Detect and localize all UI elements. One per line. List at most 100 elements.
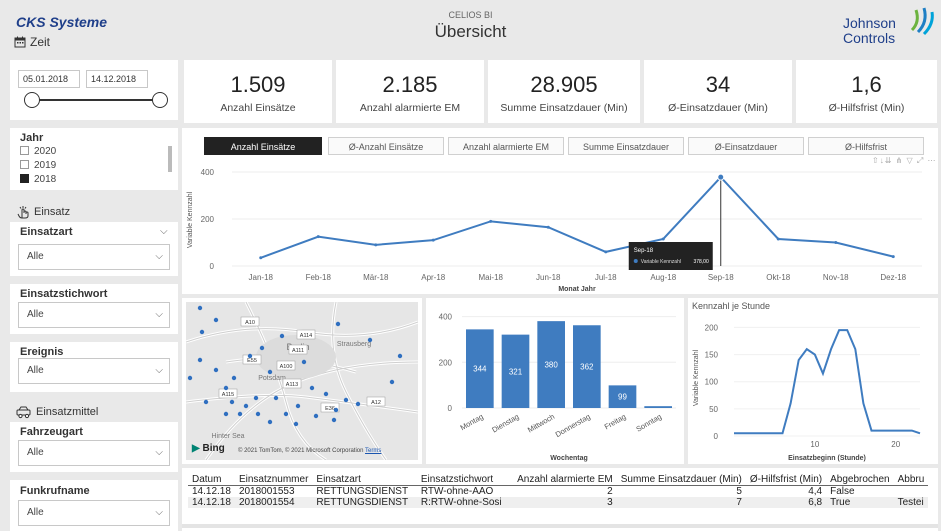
- einsatzart-collapse-icon[interactable]: ⌵: [160, 226, 168, 237]
- map-marker: [237, 411, 243, 417]
- col-header-abbruch[interactable]: Abbru: [894, 474, 929, 486]
- funkrufname-dropdown[interactable]: Alle ⌵: [18, 500, 170, 526]
- map-attribution-text: © 2021 TomTom, © 2021 Microsoft Corporat…: [238, 448, 364, 454]
- y-tick-label: 200: [705, 323, 719, 332]
- map-marker: [309, 385, 315, 391]
- year-item-2020[interactable]: 2020: [20, 146, 56, 157]
- tooltip-swatch: [633, 259, 638, 263]
- y-tick-label: 100: [705, 378, 719, 387]
- road-label: A114: [300, 333, 312, 339]
- data-table: Datum Einsatznummer Einsatzart Einsatzst…: [188, 474, 929, 508]
- col-header-alarmierte-em[interactable]: Anzahl alarmierte EM: [513, 474, 617, 486]
- chevron-down-icon: ⌵: [155, 365, 163, 376]
- y-tick-label: 400: [439, 313, 453, 322]
- kpi-value: 1,6: [851, 72, 882, 97]
- place-label: Hinter Sea: [211, 433, 244, 440]
- map-marker: [231, 375, 237, 381]
- cell-einsatznummer: 2018001553: [238, 486, 295, 497]
- year-slicer-scrollbar[interactable]: [168, 146, 172, 172]
- x-tick-label: Donnerstag: [554, 412, 592, 439]
- cell-hilfsfrist: 4,4: [808, 486, 823, 497]
- x-tick-label: Jul-18: [595, 273, 617, 282]
- x-tick-label: 10: [810, 440, 819, 449]
- tab-anzahl-alarmierte-em[interactable]: Anzahl alarmierte EM: [448, 137, 564, 155]
- tab-summe-einsatzdauer[interactable]: Summe Einsatzdauer: [568, 137, 684, 155]
- line-chart[interactable]: 0 200 400 Variable Kennzahl Jan-18 Feb-18 Mär-…: [182, 160, 938, 294]
- y-axis-label: Variable Kennzahl: [187, 191, 194, 248]
- checkbox-2019[interactable]: [20, 160, 29, 169]
- kpi-label: Anzahl Einsätze: [220, 102, 296, 114]
- tab-avg-hilfsfrist[interactable]: Ø-Hilfsfrist: [808, 137, 924, 155]
- einsatzmittel-title: Einsatzmittel: [36, 406, 99, 418]
- cell-einsatzstichwort: R:RTW-ohne-Sosi: [420, 497, 502, 508]
- einsatzart-value: Alle: [27, 251, 44, 262]
- date-to-input[interactable]: 14.12.2018: [86, 70, 148, 88]
- checkbox-2018[interactable]: [20, 174, 29, 183]
- col-header-hilfsfrist[interactable]: Ø-Hilfsfrist (Min): [746, 474, 826, 486]
- cell-einsatzart: RETTUNGSDIENST: [316, 497, 409, 508]
- kpi-value: 28.905: [530, 72, 598, 97]
- chevron-down-icon: ⌵: [155, 447, 163, 458]
- table-horizontal-scrollbar[interactable]: [182, 524, 938, 528]
- kpi-label: Summe Einsatzdauer (Min): [500, 102, 628, 114]
- col-header-einsatzart[interactable]: Einsatzart: [312, 474, 416, 486]
- einsatz-section-header: Einsatz: [16, 205, 70, 219]
- table-header-row: Datum Einsatznummer Einsatzart Einsatzst…: [188, 474, 928, 486]
- table-row[interactable]: 14.12.18 2018001553 RETTUNGSDIENST RTW-o…: [188, 485, 929, 497]
- col-header-datum[interactable]: Datum: [188, 474, 235, 486]
- bar-chart[interactable]: 0 200 400 344 Montag 321 Dienstag 380 Mittwoch 36…: [426, 298, 684, 464]
- checkbox-2020[interactable]: [20, 146, 29, 155]
- hour-chart[interactable]: Kennzahl je Stunde 0 50 100 150 200 10 20 Variab…: [688, 298, 938, 464]
- road-label: A100: [280, 364, 293, 370]
- bar-value-label: 344: [473, 365, 487, 374]
- tab-anzahl-einsaetze[interactable]: Anzahl Einsätze: [204, 137, 322, 155]
- map-marker: [229, 399, 235, 405]
- year-item-2018[interactable]: 2018: [20, 174, 56, 185]
- kpi-label: Ø-Einsatzdauer (Min): [668, 102, 768, 114]
- map-marker: [197, 357, 203, 363]
- date-range-handle-end[interactable]: [152, 92, 168, 108]
- data-point: [834, 241, 838, 244]
- kpi-value: 34: [705, 72, 731, 97]
- einsatzart-slicer: Einsatzart ⌵ Alle ⌵: [10, 222, 178, 276]
- col-header-abgebrochen[interactable]: Abgebrochen: [826, 474, 894, 486]
- map-marker: [203, 399, 209, 405]
- tab-avg-einsatzdauer[interactable]: Ø-Einsatzdauer: [688, 137, 804, 155]
- col-header-einsatzstichwort[interactable]: Einsatzstichwort: [417, 474, 513, 486]
- einsatzstichwort-dropdown[interactable]: Alle ⌵: [18, 302, 170, 328]
- cell-einsatzart: RETTUNGSDIENST: [316, 486, 409, 497]
- top-strip: [0, 0, 941, 8]
- year-slicer: Jahr 2020 2019 2018: [10, 128, 178, 190]
- x-tick-label: Okt-18: [766, 273, 791, 282]
- map-terms-link[interactable]: Terms: [365, 448, 381, 454]
- cell-abbruch: Testei: [897, 497, 924, 508]
- y-tick-label: 200: [439, 358, 453, 367]
- y-tick-label: 200: [201, 215, 215, 224]
- map[interactable]: BerlinStrausbergPotsdamHinter SeaA10A111…: [186, 302, 418, 460]
- road-label: A12: [371, 400, 381, 406]
- data-point: [661, 237, 665, 241]
- date-range-handle-start[interactable]: [24, 92, 40, 108]
- x-tick-label: Nov-18: [823, 273, 849, 282]
- einsatzart-dropdown[interactable]: Alle ⌵: [18, 244, 170, 270]
- data-point: [489, 219, 493, 223]
- place-label: Strausberg: [337, 341, 371, 348]
- fahrzeugart-dropdown[interactable]: Alle ⌵: [18, 440, 170, 466]
- col-header-summe-einsatzdauer[interactable]: Summe Einsatzdauer (Min): [617, 474, 746, 486]
- year-item-2019[interactable]: 2019: [20, 160, 56, 171]
- y-tick-label: 50: [709, 405, 718, 414]
- cell-einsatzstichwort: RTW-ohne-AAO: [420, 486, 494, 497]
- x-tick-label: Sonntag: [634, 412, 663, 434]
- funkrufname-label: Funkrufname: [20, 485, 90, 497]
- map-marker: [389, 379, 395, 385]
- table-row[interactable]: 14.12.18 2018001554 RETTUNGSDIENST R:RTW…: [188, 497, 929, 508]
- ereignis-dropdown[interactable]: Alle ⌵: [18, 358, 170, 384]
- chevron-down-icon: ⌵: [155, 251, 163, 262]
- date-from-input[interactable]: 05.01.2018: [18, 70, 80, 88]
- map-marker: [267, 369, 273, 375]
- map-marker: [301, 359, 307, 365]
- col-header-einsatznummer[interactable]: Einsatznummer: [235, 474, 312, 486]
- y-tick-label: 400: [201, 168, 215, 177]
- tab-avg-anzahl-einsaetze[interactable]: Ø-Anzahl Einsätze: [328, 137, 444, 155]
- map-marker: [333, 407, 339, 413]
